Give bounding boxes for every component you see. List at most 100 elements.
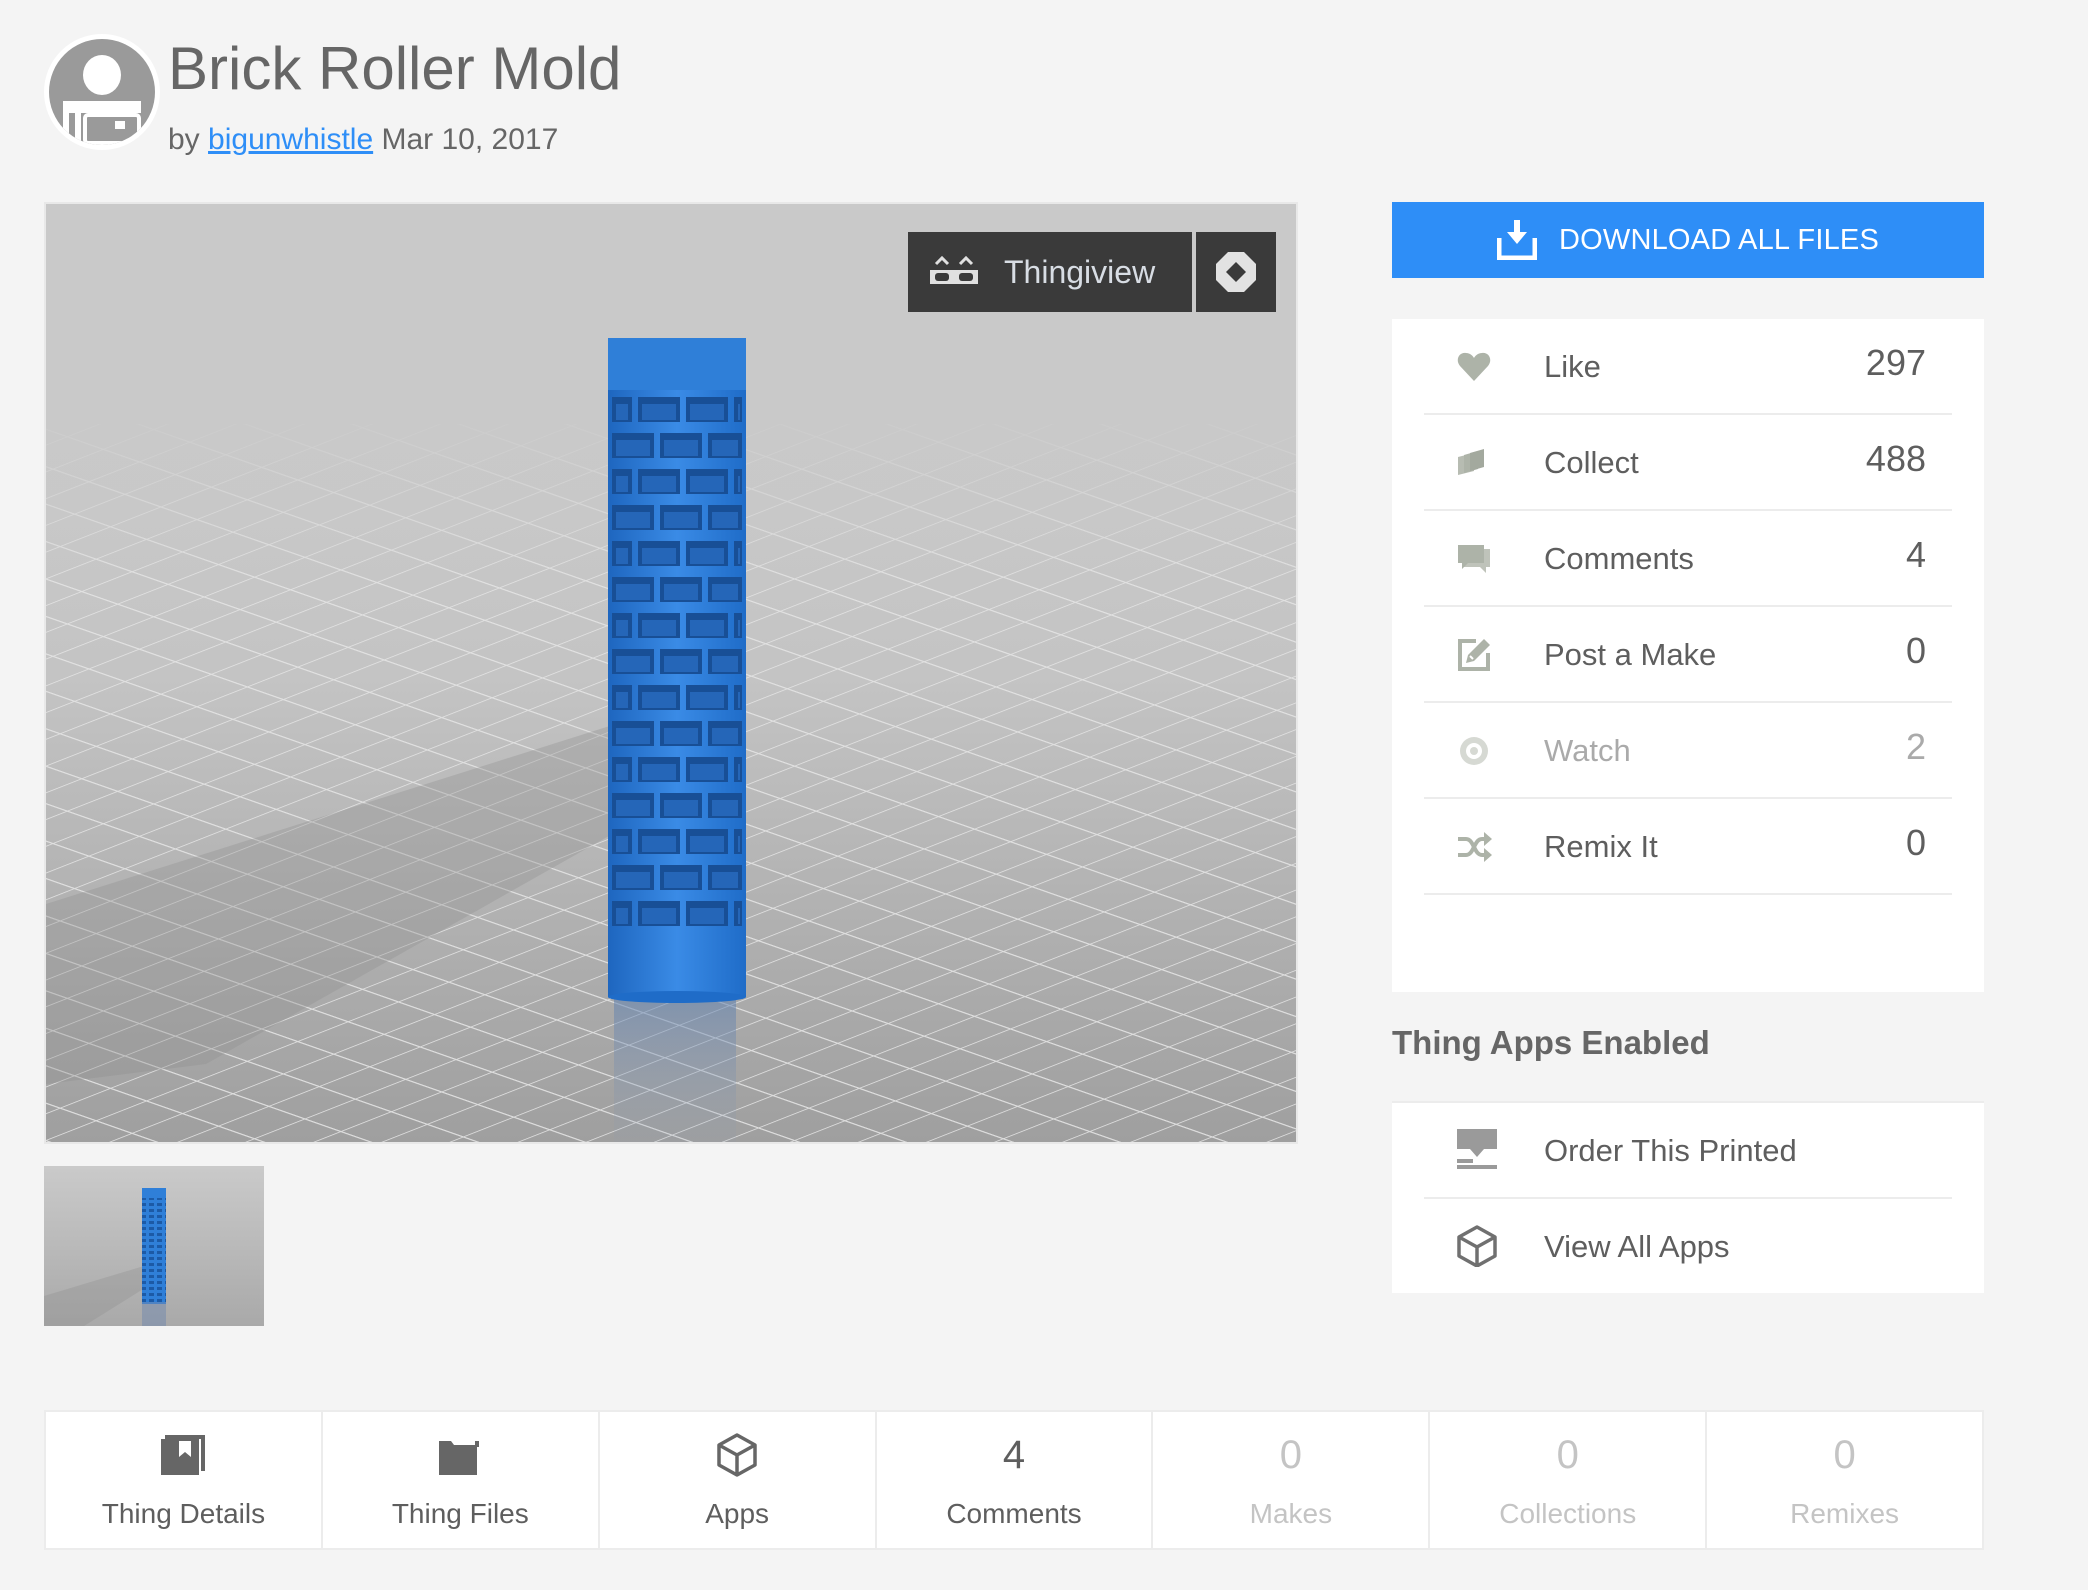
tab-label: Comments bbox=[946, 1498, 1082, 1529]
3d-scene bbox=[46, 204, 1296, 1142]
thumbnail-image[interactable] bbox=[44, 1166, 264, 1326]
thing-tabs: Thing Details Thing Files Apps 4 Comment… bbox=[44, 1410, 1984, 1550]
stat-label: Comments bbox=[1544, 541, 1694, 576]
brick-cavity-inner bbox=[690, 404, 724, 420]
brick-cavity-inner bbox=[690, 476, 724, 492]
post-a-make-button[interactable]: Post a Make 0 bbox=[1424, 607, 1952, 703]
user-avatar-icon bbox=[49, 39, 155, 145]
tab-label: Makes bbox=[1249, 1498, 1333, 1529]
byline: by bigunwhistle Mar 10, 2017 bbox=[168, 122, 558, 158]
stat-count: 488 bbox=[1865, 438, 1926, 479]
tab-label: Thing Files bbox=[391, 1498, 529, 1529]
brick-cavity-inner bbox=[712, 656, 738, 672]
heart-icon bbox=[1457, 352, 1491, 381]
download-all-files-button[interactable]: DOWNLOAD ALL FILES bbox=[1392, 202, 1984, 278]
stat-label: Like bbox=[1544, 349, 1601, 384]
cube-icon bbox=[717, 1433, 757, 1477]
brick-cavity-inner bbox=[642, 692, 676, 708]
brick-cavity-inner bbox=[712, 584, 738, 600]
brick-cavity-inner bbox=[712, 512, 738, 528]
comments-button[interactable]: Comments 4 bbox=[1424, 511, 1952, 607]
fullscreen-button[interactable] bbox=[1196, 232, 1276, 312]
tab-comments[interactable]: 4 Comments bbox=[877, 1412, 1154, 1548]
brick-cavity-inner bbox=[616, 656, 650, 672]
author-avatar[interactable] bbox=[44, 34, 160, 150]
brick-cavity-inner bbox=[664, 440, 698, 456]
brick-cavity-inner bbox=[642, 548, 676, 564]
brick-cavity-inner bbox=[642, 908, 676, 924]
thingiview-button[interactable]: Thingiview bbox=[908, 232, 1192, 312]
download-label: DOWNLOAD ALL FILES bbox=[1558, 223, 1879, 256]
brick-cavity-inner bbox=[664, 800, 698, 816]
brick-cavity-inner bbox=[712, 800, 738, 816]
brick-cavity-inner bbox=[664, 512, 698, 528]
brick-cavity-inner bbox=[690, 620, 724, 636]
brick-cavity-inner bbox=[616, 692, 628, 708]
brick-cavity-inner bbox=[616, 584, 650, 600]
like-button[interactable]: Like 297 bbox=[1424, 319, 1952, 415]
order-this-printed-link[interactable]: Order This Printed bbox=[1424, 1103, 1952, 1199]
brick-cavity-inner bbox=[616, 512, 650, 528]
brick-cavity-inner bbox=[664, 872, 698, 888]
cylinder-cap bbox=[608, 338, 746, 390]
brick-cavity-inner bbox=[738, 908, 740, 924]
brick-cavity-inner bbox=[642, 764, 676, 780]
author-link[interactable]: bigunwhistle bbox=[208, 123, 373, 156]
tab-label: Thing Details bbox=[101, 1498, 266, 1529]
brick-cavity-inner bbox=[616, 548, 628, 564]
brick-cavity-inner bbox=[664, 728, 698, 744]
comments-icon bbox=[1458, 545, 1490, 573]
brick-cavity-inner bbox=[738, 404, 740, 420]
book-icon bbox=[161, 1435, 206, 1475]
tab-count: 0 bbox=[1556, 1432, 1579, 1477]
brick-cavity-inner bbox=[642, 404, 676, 420]
tab-label: Remixes bbox=[1790, 1498, 1900, 1529]
brick-cavity-inner bbox=[712, 440, 738, 456]
tab-count: 0 bbox=[1833, 1432, 1856, 1477]
collect-button[interactable]: Collect 488 bbox=[1424, 415, 1952, 511]
brick-cavity-inner bbox=[664, 584, 698, 600]
brick-cavity-inner bbox=[738, 476, 740, 492]
brick-cavity-inner bbox=[616, 440, 650, 456]
tab-label: Collections bbox=[1499, 1498, 1637, 1529]
model-viewer[interactable]: Thingiview bbox=[44, 202, 1298, 1144]
brick-cavity-inner bbox=[712, 872, 738, 888]
app-label: Order This Printed bbox=[1544, 1133, 1797, 1168]
brick-cavity-inner bbox=[616, 404, 628, 420]
brick-cavity-inner bbox=[738, 836, 740, 852]
thingiview-label: Thingiview bbox=[1004, 253, 1156, 290]
watch-button[interactable]: Watch 2 bbox=[1424, 703, 1952, 799]
3d-glasses-icon bbox=[930, 256, 978, 284]
stat-count: 0 bbox=[1905, 822, 1926, 863]
stat-label: Remix It bbox=[1544, 829, 1658, 864]
brick-cavity-inner bbox=[616, 728, 650, 744]
brick-cavity-inner bbox=[738, 620, 740, 636]
tab-apps[interactable]: Apps bbox=[600, 1412, 877, 1548]
tab-thing-files[interactable]: Thing Files bbox=[323, 1412, 600, 1548]
brick-cavity-inner bbox=[738, 764, 740, 780]
brick-cavity-inner bbox=[616, 908, 628, 924]
brick-cavity-inner bbox=[738, 692, 740, 708]
brick-cavity-inner bbox=[642, 476, 676, 492]
brick-cavity-inner bbox=[664, 656, 698, 672]
tab-remixes[interactable]: 0 Remixes bbox=[1707, 1412, 1982, 1548]
stat-label: Post a Make bbox=[1544, 637, 1717, 672]
brick-cavity-inner bbox=[616, 476, 628, 492]
brick-cavity-inner bbox=[642, 620, 676, 636]
remix-it-button[interactable]: Remix It 0 bbox=[1424, 799, 1952, 895]
printer-icon bbox=[1457, 1129, 1497, 1169]
apps-panel: Order This Printed View All Apps bbox=[1392, 1101, 1984, 1293]
tab-count: 0 bbox=[1279, 1432, 1302, 1477]
tab-collections[interactable]: 0 Collections bbox=[1430, 1412, 1708, 1548]
edit-icon bbox=[1458, 639, 1490, 671]
view-all-apps-link[interactable]: View All Apps bbox=[1424, 1199, 1952, 1295]
tab-makes[interactable]: 0 Makes bbox=[1153, 1412, 1431, 1548]
cube-icon bbox=[1457, 1225, 1497, 1267]
brick-cavity-inner bbox=[690, 548, 724, 564]
brick-cavity-inner bbox=[712, 728, 738, 744]
brick-cavity-inner bbox=[616, 872, 650, 888]
stat-label: Collect bbox=[1544, 445, 1639, 480]
tab-thing-details[interactable]: Thing Details bbox=[46, 1412, 323, 1548]
thumbnail-preview bbox=[44, 1166, 264, 1326]
cylinder-base bbox=[608, 991, 746, 1003]
